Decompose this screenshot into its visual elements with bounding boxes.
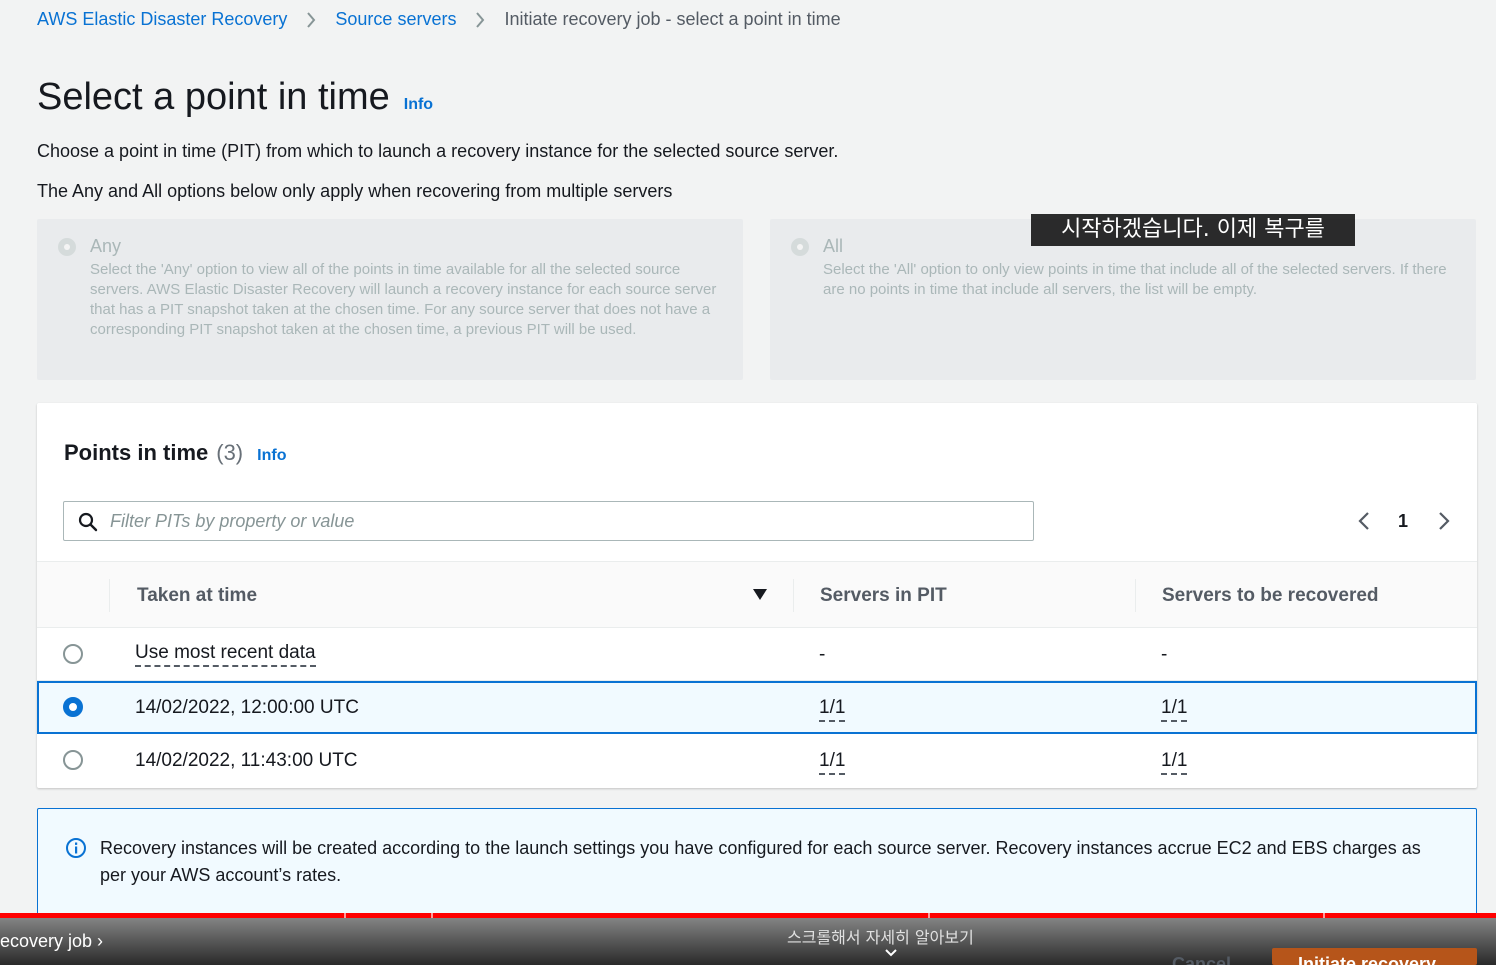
column-taken-at[interactable]: Taken at time (137, 562, 257, 629)
cancel-button[interactable]: Cancel (1172, 954, 1231, 965)
table-header: Taken at time Servers in PIT Servers to … (37, 561, 1477, 628)
column-divider (109, 579, 110, 612)
filter-box (63, 501, 1034, 541)
scroll-hint[interactable]: 스크롤해서 자세히 알아보기 (787, 924, 974, 948)
breadcrumb-current: Initiate recovery job - select a point i… (504, 8, 841, 29)
pagination-page[interactable]: 1 (1395, 510, 1411, 532)
row-radio[interactable] (63, 750, 83, 770)
initiate-recovery-button[interactable]: Initiate recovery (1272, 948, 1477, 965)
table-row-selected[interactable]: 14/02/2022, 12:00:00 UTC 1/1 1/1 (37, 681, 1477, 734)
video-subtitle: 시작하겠습니다. 이제 복구를 (1031, 214, 1355, 246)
chevron-right-icon (456, 9, 504, 30)
option-all-description: Select the 'All' option to only view poi… (823, 261, 1447, 298)
page-title-text: Select a point in time (37, 76, 390, 118)
alert-text: Recovery instances will be created accor… (100, 838, 1421, 885)
search-icon (78, 512, 98, 532)
option-any-label: Any (90, 236, 122, 256)
row-servers-to-recover[interactable]: 1/1 (1161, 750, 1188, 775)
filter-input[interactable] (110, 502, 1010, 540)
row-servers-in-pit[interactable]: 1/1 (819, 750, 846, 775)
page-info-link[interactable]: Info (404, 96, 433, 114)
option-any-radio[interactable] (58, 238, 76, 256)
column-divider (793, 579, 794, 612)
row-servers-to-recover: - (1161, 644, 1168, 665)
option-any-description: Select the 'Any' option to view all of t… (90, 261, 717, 338)
chevron-right-icon (287, 9, 335, 30)
breadcrumb: AWS Elastic Disaster Recovery Source ser… (37, 7, 841, 31)
video-controls: ecovery job › 스크롤해서 자세히 알아보기 Cancel Init… (0, 918, 1496, 965)
panel-title-text: Points in time (64, 440, 209, 465)
breadcrumb-link-source-servers[interactable]: Source servers (335, 9, 456, 30)
row-taken-at: 14/02/2022, 11:43:00 UTC (135, 750, 358, 771)
breadcrumb-link-drs[interactable]: AWS Elastic Disaster Recovery (37, 9, 287, 30)
chapter-title[interactable]: ecovery job › (0, 931, 103, 952)
option-any-tile[interactable]: Any Select the 'Any' option to view all … (37, 219, 743, 380)
initiate-recovery-label: Initiate recovery (1298, 954, 1437, 965)
chevron-right-icon[interactable] (1433, 510, 1453, 532)
row-servers-to-recover[interactable]: 1/1 (1161, 697, 1188, 722)
row-servers-in-pit: - (819, 644, 826, 665)
panel-info-link[interactable]: Info (257, 447, 286, 465)
row-radio[interactable] (63, 644, 83, 664)
chevron-left-icon[interactable] (1355, 510, 1375, 532)
table-row[interactable]: 14/02/2022, 11:43:00 UTC 1/1 1/1 (37, 734, 1477, 787)
column-divider (1135, 579, 1136, 612)
option-all-radio[interactable] (791, 238, 809, 256)
row-taken-at[interactable]: Use most recent data (135, 642, 316, 667)
row-radio-selected[interactable] (63, 697, 83, 717)
column-servers-to-recover[interactable]: Servers to be recovered (1162, 562, 1379, 629)
page-title: Select a point in time Info (37, 76, 433, 119)
row-servers-in-pit[interactable]: 1/1 (819, 697, 846, 722)
info-icon (66, 838, 86, 858)
points-in-time-panel: Points in time (3) Info 1 Taken at time … (37, 403, 1477, 788)
chevron-down-icon[interactable] (884, 948, 898, 958)
row-taken-at: 14/02/2022, 12:00:00 UTC (135, 697, 359, 718)
column-servers-in-pit[interactable]: Servers in PIT (820, 562, 947, 629)
table-row[interactable]: Use most recent data - - (37, 628, 1477, 681)
option-all-label: All (823, 236, 844, 256)
info-alert: Recovery instances will be created accor… (37, 808, 1477, 918)
options-note: The Any and All options below only apply… (37, 181, 673, 201)
sort-down-icon[interactable] (753, 589, 767, 601)
panel-count: (3) (216, 440, 244, 465)
page-description: Choose a point in time (PIT) from which … (37, 141, 839, 161)
panel-title: Points in time (3) Info (64, 440, 286, 466)
